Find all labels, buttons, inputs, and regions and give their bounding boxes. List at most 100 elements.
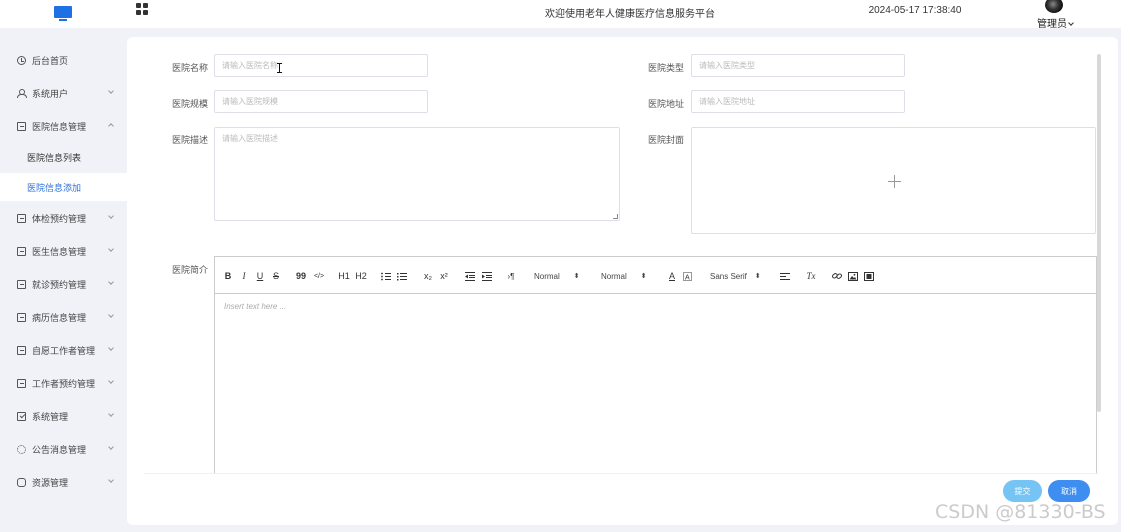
logo[interactable] (0, 0, 126, 28)
image-icon (848, 271, 858, 281)
sidebar-item-resources[interactable]: 资源管理 (0, 467, 127, 497)
chevron-down-icon (108, 213, 114, 219)
chevron-down-icon (108, 279, 114, 285)
outdent-icon (465, 271, 475, 281)
subscript-button[interactable]: x₂ (422, 270, 434, 282)
sidebar-item-hospital[interactable]: 医院信息管理 (0, 111, 127, 141)
header1-button[interactable]: H1 (337, 270, 351, 282)
ordered-list-icon (381, 272, 391, 280)
updown-arrow-icon: ⬍ (754, 273, 761, 280)
sidebar-item-label: 公告消息管理 (32, 444, 87, 455)
sidebar-item-users[interactable]: 系统用户 (0, 78, 127, 108)
sidebar-item-home[interactable]: 后台首页 (0, 45, 127, 75)
hospital-address-input[interactable] (691, 90, 905, 113)
sidebar-item-label: 自愿工作者管理 (32, 345, 96, 356)
text-color-button[interactable]: A (667, 270, 677, 282)
hospital-scale-input[interactable] (214, 90, 428, 113)
indent-button[interactable] (481, 270, 493, 282)
address-label: 医院地址 (647, 99, 684, 109)
editor-content[interactable]: Insert text here ... (215, 294, 1096, 474)
monitor-icon (54, 6, 72, 22)
sidebar-item-label: 医生信息管理 (32, 246, 87, 257)
font-picker-value: Sans Serif (710, 271, 747, 281)
sidebar-item-notices[interactable]: 公告消息管理 (0, 434, 127, 464)
strike-button[interactable]: S (271, 270, 281, 282)
cancel-button[interactable]: 取消 (1048, 480, 1090, 502)
rich-text-editor: B I U S 99 </> H1 H2 x₂ x² ›¶ Normal ⬍ N… (214, 256, 1097, 474)
bold-button[interactable]: B (223, 270, 233, 282)
sidebar-subitem-hospital-list[interactable]: 医院信息列表 (0, 143, 127, 171)
list-box-icon (17, 345, 26, 355)
header-picker-value: Normal (601, 271, 627, 281)
chevron-down-icon (1068, 20, 1074, 26)
sidebar-item-label: 病历信息管理 (32, 312, 87, 323)
outdent-button[interactable] (464, 270, 476, 282)
cover-upload-area[interactable] (691, 127, 1096, 234)
video-button[interactable] (863, 270, 875, 282)
grid-menu-icon[interactable] (136, 3, 149, 16)
hospital-type-input[interactable] (691, 54, 905, 77)
image-button[interactable] (847, 270, 859, 282)
chevron-down-icon (108, 246, 114, 252)
background-color-icon: A (682, 271, 692, 281)
sidebar-item-visit[interactable]: 就诊预约管理 (0, 269, 127, 299)
clean-format-button[interactable]: Tx (805, 270, 817, 282)
align-button[interactable] (779, 270, 791, 282)
sidebar-item-system[interactable]: 系统管理 (0, 401, 127, 431)
sun-icon (17, 444, 26, 454)
clock-icon (17, 55, 26, 65)
indent-icon (482, 271, 492, 281)
chevron-up-icon (108, 123, 114, 129)
submit-button[interactable]: 提交 (1003, 480, 1042, 502)
sidebar-item-worker-booking[interactable]: 工作者预约管理 (0, 368, 127, 398)
list-box-icon (17, 213, 26, 223)
user-name[interactable]: 管理员 (1030, 15, 1080, 30)
type-label: 医院类型 (647, 63, 684, 73)
video-icon (864, 271, 874, 281)
background-color-button[interactable]: A (682, 270, 692, 282)
hospital-name-input[interactable] (214, 54, 428, 77)
divider (144, 473, 1099, 474)
bullet-list-button[interactable] (396, 270, 408, 282)
sidebar-item-volunteers[interactable]: 自愿工作者管理 (0, 335, 127, 365)
description-label: 医院描述 (171, 135, 208, 145)
chevron-down-icon (108, 444, 114, 450)
user-menu[interactable]: 管理员 (1030, 0, 1080, 30)
italic-button[interactable]: I (239, 270, 249, 282)
hospital-description-textarea[interactable] (214, 127, 620, 221)
underline-button[interactable]: U (255, 270, 265, 282)
chevron-down-icon (108, 411, 114, 417)
blockquote-button[interactable]: 99 (295, 270, 307, 282)
updown-arrow-icon: ⬍ (640, 273, 647, 280)
list-box-icon (17, 246, 26, 256)
cover-label: 医院封面 (647, 135, 684, 145)
text-cursor-icon (277, 63, 283, 73)
sidebar-item-records[interactable]: 病历信息管理 (0, 302, 127, 332)
sidebar-item-checkup[interactable]: 体检预约管理 (0, 203, 127, 233)
direction-button[interactable]: ›¶ (504, 270, 518, 282)
avatar[interactable] (1045, 0, 1063, 13)
header2-button[interactable]: H2 (354, 270, 368, 282)
header-picker[interactable]: Normal ⬍ (601, 270, 657, 282)
superscript-button[interactable]: x² (438, 270, 450, 282)
sidebar-item-doctor[interactable]: 医生信息管理 (0, 236, 127, 266)
user-icon (17, 88, 27, 98)
vertical-scrollbar[interactable] (1097, 54, 1101, 412)
bullet-list-icon (397, 272, 407, 280)
main-panel: 医院名称 医院类型 医院规模 医院地址 医院描述 医院封面 医院简介 B I U… (127, 37, 1118, 525)
size-picker[interactable]: Normal ⬍ (534, 270, 590, 282)
ordered-list-button[interactable] (380, 270, 392, 282)
resize-handle-icon[interactable] (613, 214, 618, 219)
code-button[interactable]: </> (312, 270, 326, 282)
sidebar-item-label: 体检预约管理 (32, 213, 87, 224)
list-box-icon (17, 312, 26, 322)
link-button[interactable] (831, 270, 843, 282)
name-label: 医院名称 (171, 63, 208, 73)
top-bar: 欢迎使用老年人健康医疗信息服务平台 2024-05-17 17:38:40 管理… (0, 0, 1121, 30)
sidebar-subitem-hospital-add[interactable]: 医院信息添加 (0, 173, 127, 201)
sidebar-item-label: 医院信息管理 (32, 121, 87, 132)
sidebar-item-label: 资源管理 (32, 477, 69, 488)
sidebar-item-label: 就诊预约管理 (32, 279, 87, 290)
font-picker[interactable]: Sans Serif ⬍ (710, 270, 770, 282)
chevron-down-icon (108, 345, 114, 351)
